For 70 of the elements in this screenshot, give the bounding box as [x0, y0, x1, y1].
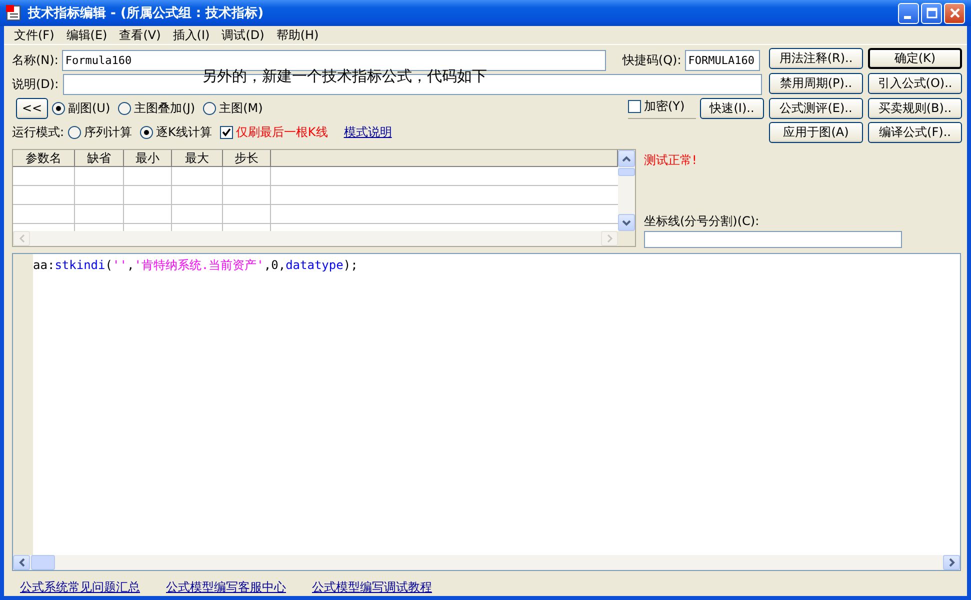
scroll-thumb[interactable] — [618, 168, 635, 176]
menu-item[interactable]: 编辑(E) — [60, 26, 114, 44]
menu-item[interactable]: 插入(I) — [166, 26, 216, 44]
quick-button[interactable]: 快速(I).. — [700, 98, 764, 118]
shortcut-field[interactable]: FORMULA160 — [685, 50, 760, 70]
dialog-button[interactable]: 确定(K) — [868, 48, 962, 69]
scroll-down-button[interactable] — [618, 214, 635, 231]
maximize-icon — [926, 7, 938, 20]
help-link[interactable]: 公式系统常见问题汇总 — [20, 579, 140, 596]
field-label: 坐标线(分号分割)(C): — [644, 213, 760, 230]
menu-item[interactable]: 查看(V) — [113, 26, 167, 44]
scroll-up-button[interactable] — [618, 150, 635, 167]
option-label: 主图叠加(J) — [134, 100, 196, 116]
chevron-left-icon — [18, 558, 24, 567]
help-link[interactable]: 公式模型编写客服中心 — [166, 579, 286, 596]
option-label: 副图(U) — [68, 100, 110, 116]
option-label: 加密(Y) — [644, 98, 685, 114]
column-header: 参数名 — [13, 150, 75, 166]
chevron-down-icon — [622, 220, 631, 226]
dialog-button[interactable]: 应用于图(A) — [769, 122, 863, 144]
close-icon — [948, 7, 960, 20]
scroll-thumb[interactable] — [31, 555, 55, 570]
dialog-button[interactable]: 编译公式(F).. — [868, 122, 962, 144]
scroll-left-button[interactable] — [13, 555, 30, 570]
maximize-button[interactable] — [921, 2, 942, 24]
close-button[interactable] — [944, 2, 965, 24]
minimize-icon — [904, 16, 910, 19]
code-editor[interactable]: aa:stkindi('','肯特纳系统.当前资产',0,datatype); — [12, 253, 961, 571]
mode-help-link[interactable]: 模式说明 — [344, 124, 392, 140]
menu-item[interactable]: 调试(D) — [216, 26, 270, 44]
radio-button[interactable] — [118, 102, 132, 114]
column-header: 缺省 — [75, 150, 124, 166]
dialog-button[interactable]: 禁用周期(P).. — [769, 72, 863, 94]
dialog-button[interactable]: 用法注释(R).. — [769, 48, 863, 69]
chevron-right-icon — [948, 558, 954, 567]
field-label: 说明(D): — [12, 76, 59, 92]
option-label: 主图(M) — [219, 100, 263, 116]
test-status-text: 测试正常! — [644, 152, 698, 169]
dialog-button[interactable]: 引入公式(O).. — [868, 72, 962, 94]
dialog-button[interactable]: 公式测评(E).. — [769, 98, 863, 118]
column-header: 最大 — [172, 150, 223, 166]
field-label: 名称(N): — [12, 52, 58, 68]
option-label: 逐K线计算 — [156, 124, 212, 140]
field-label: 运行模式: — [12, 124, 64, 140]
checkbox[interactable] — [220, 126, 233, 138]
minimize-button[interactable] — [898, 2, 919, 24]
field-label: 快捷码(Q): — [622, 52, 682, 68]
option-label: 仅刷最后一根K线 — [236, 124, 328, 140]
radio-button[interactable] — [52, 102, 65, 114]
radio-button[interactable] — [68, 126, 82, 138]
help-link[interactable]: 公式模型编写调试教程 — [312, 579, 432, 596]
checkbox[interactable] — [628, 100, 641, 112]
code-line: aa:stkindi('','肯特纳系统.当前资产',0,datatype); — [33, 257, 359, 274]
radio-button[interactable] — [203, 102, 216, 114]
dialog-button[interactable]: 买卖规则(B).. — [868, 98, 962, 118]
chevron-up-icon — [622, 156, 631, 162]
axis-lines-field[interactable] — [644, 231, 902, 248]
column-header: 步长 — [223, 150, 271, 166]
chevron-right-icon — [606, 234, 612, 243]
check-icon — [222, 128, 231, 136]
menu-item[interactable]: 帮助(H) — [270, 26, 325, 44]
option-label: 序列计算 — [84, 124, 132, 140]
collapse-button[interactable]: << — [16, 98, 48, 118]
radio-button[interactable] — [140, 126, 154, 138]
column-header: 最小 — [124, 150, 172, 166]
window-title: 技术指标编辑 - (所属公式组 : 技术指标) — [28, 4, 265, 22]
menu-item[interactable]: 文件(F) — [8, 26, 60, 44]
document-icon — [6, 5, 22, 22]
scroll-right-button[interactable] — [943, 555, 960, 570]
chevron-left-icon — [18, 234, 24, 243]
